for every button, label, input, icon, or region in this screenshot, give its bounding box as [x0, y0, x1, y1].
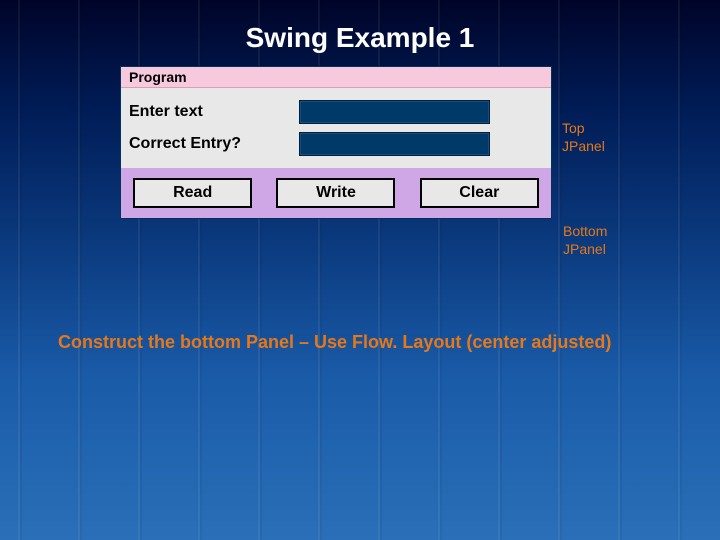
- row-correct-entry: Correct Entry?: [129, 130, 543, 158]
- label-enter-text: Enter text: [129, 103, 299, 121]
- annotation-top-line2: JPanel: [562, 138, 605, 154]
- program-window: Program Enter text Correct Entry? Read W…: [120, 66, 552, 219]
- write-button[interactable]: Write: [276, 178, 395, 208]
- annotation-top-jpanel: Top JPanel: [562, 120, 605, 155]
- window-titlebar: Program: [121, 67, 551, 88]
- input-enter-text[interactable]: [299, 100, 490, 124]
- annotation-top-line1: Top: [562, 120, 585, 136]
- input-correct-entry[interactable]: [299, 132, 490, 156]
- clear-button[interactable]: Clear: [420, 178, 539, 208]
- row-enter-text: Enter text: [129, 98, 543, 126]
- annotation-bottom-jpanel: Bottom JPanel: [563, 223, 607, 258]
- top-jpanel: Enter text Correct Entry?: [121, 88, 551, 168]
- slide-caption: Construct the bottom Panel – Use Flow. L…: [58, 330, 668, 355]
- annotation-bot-line2: JPanel: [563, 241, 606, 257]
- read-button[interactable]: Read: [133, 178, 252, 208]
- slide: Swing Example 1 Program Enter text Corre…: [0, 0, 720, 540]
- annotation-bot-line1: Bottom: [563, 223, 607, 239]
- label-correct-entry: Correct Entry?: [129, 135, 299, 153]
- slide-title: Swing Example 1: [0, 22, 720, 54]
- bottom-jpanel: Read Write Clear: [121, 168, 551, 218]
